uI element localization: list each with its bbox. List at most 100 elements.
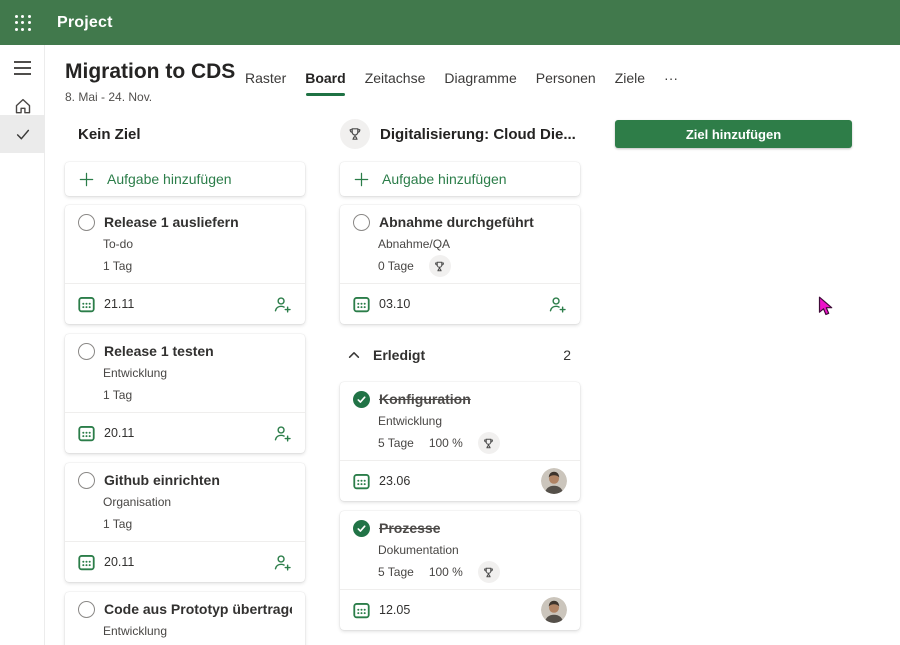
trophy-icon	[347, 126, 363, 142]
nav-tasks-button-selected[interactable]	[0, 115, 45, 153]
task-card[interactable]: Github einrichten Organisation 1 Tag 20.…	[65, 463, 305, 582]
column-title: Digitalisierung: Cloud Die...	[380, 126, 576, 143]
tab-diagramme[interactable]: Diagramme	[444, 69, 516, 87]
duration-label: 1 Tag	[103, 388, 132, 402]
task-title: Github einrichten	[104, 472, 220, 488]
task-title: Abnahme durchgeführt	[379, 214, 534, 230]
add-task-label: Aufgabe hinzufügen	[382, 171, 507, 187]
calendar-icon	[78, 296, 95, 313]
duration-label: 5 Tage	[378, 565, 414, 579]
tab-raster[interactable]: Raster	[245, 69, 286, 87]
project-header: Migration to CDS 8. Mai - 24. Nov.	[65, 59, 235, 104]
trophy-icon	[482, 437, 495, 450]
due-date: 21.11	[78, 296, 134, 313]
check-icon	[356, 523, 367, 534]
task-title: Prozesse	[379, 520, 440, 536]
task-title: Code aus Prototyp übertragen	[104, 601, 292, 617]
due-date: 03.10	[353, 296, 410, 313]
app-launcher-icon[interactable]	[0, 0, 45, 45]
bucket-label: Entwicklung	[378, 414, 567, 428]
due-date: 12.05	[353, 602, 410, 619]
project-board-screen: Project Migration to CDS 8. Mai - 24. No…	[0, 0, 900, 645]
done-section-toggle[interactable]: Erledigt 2	[340, 344, 580, 366]
tab-zeitachse[interactable]: Zeitachse	[365, 69, 426, 87]
bucket-label: Dokumentation	[378, 543, 567, 557]
assign-person-icon[interactable]	[273, 424, 292, 443]
menu-button[interactable]	[0, 49, 45, 87]
assign-person-icon[interactable]	[273, 295, 292, 314]
calendar-icon	[353, 296, 370, 313]
due-date-text: 03.10	[379, 297, 410, 311]
check-icon	[356, 394, 367, 405]
assignee-avatar[interactable]	[541, 468, 567, 494]
plus-icon	[78, 171, 95, 188]
waffle-icon	[15, 15, 31, 31]
due-date: 20.11	[78, 554, 134, 571]
duration-label: 0 Tage	[378, 259, 414, 273]
task-card[interactable]: Code aus Prototyp übertragen Entwicklung	[65, 592, 305, 645]
completed-checkbox[interactable]	[353, 520, 370, 537]
duration-label: 1 Tag	[103, 517, 132, 531]
tab-board[interactable]: Board	[305, 69, 345, 87]
bucket-label: Abnahme/QA	[378, 237, 567, 251]
due-date-text: 12.05	[379, 603, 410, 617]
assignee-avatar[interactable]	[541, 597, 567, 623]
project-title: Migration to CDS	[65, 59, 235, 84]
column-title: Kein Ziel	[78, 126, 141, 143]
due-date: 20.11	[78, 425, 134, 442]
complete-checkbox[interactable]	[78, 472, 95, 489]
trophy-icon	[433, 260, 446, 273]
assign-person-icon[interactable]	[548, 295, 567, 314]
checkmark-icon	[14, 125, 32, 143]
add-task-button[interactable]: Aufgabe hinzufügen	[65, 162, 305, 196]
task-title: Release 1 ausliefern	[104, 214, 239, 230]
duration-label: 5 Tage	[378, 436, 414, 450]
calendar-icon	[78, 554, 95, 571]
goal-badge	[478, 432, 500, 454]
task-card-completed[interactable]: Konfiguration Entwicklung 5 Tage 100 %	[340, 382, 580, 501]
column-digitalisierung: Aufgabe hinzufügen Abnahme durchgeführt …	[340, 162, 580, 640]
assign-person-icon[interactable]	[273, 553, 292, 572]
calendar-icon	[78, 425, 95, 442]
home-icon	[13, 96, 33, 116]
task-card[interactable]: Release 1 testen Entwicklung 1 Tag 20.11	[65, 334, 305, 453]
bucket-label: Entwicklung	[103, 624, 292, 638]
completed-checkbox[interactable]	[353, 391, 370, 408]
complete-checkbox[interactable]	[78, 343, 95, 360]
goal-badge	[429, 255, 451, 277]
due-date-text: 21.11	[104, 297, 134, 311]
column-header-goal: Digitalisierung: Cloud Die...	[340, 119, 580, 149]
tab-personen[interactable]: Personen	[536, 69, 596, 87]
percent-label: 100 %	[429, 565, 463, 579]
add-goal-button[interactable]: Ziel hinzufügen	[615, 120, 852, 148]
column-kein-ziel: Aufgabe hinzufügen Release 1 ausliefern …	[65, 162, 305, 645]
goal-trophy-circle	[340, 119, 370, 149]
task-card-completed[interactable]: Prozesse Dokumentation 5 Tage 100 %	[340, 511, 580, 630]
calendar-icon	[353, 602, 370, 619]
project-date-range: 8. Mai - 24. Nov.	[65, 90, 235, 104]
app-topbar: Project	[0, 0, 900, 45]
tab-more[interactable]: ···	[664, 69, 678, 87]
task-title: Konfiguration	[379, 391, 471, 407]
plus-icon	[353, 171, 370, 188]
due-date-text: 23.06	[379, 474, 410, 488]
bucket-label: Organisation	[103, 495, 292, 509]
calendar-icon	[353, 473, 370, 490]
trophy-icon	[482, 566, 495, 579]
done-section-label: Erledigt	[373, 347, 425, 363]
hamburger-icon	[14, 61, 31, 75]
complete-checkbox[interactable]	[78, 601, 95, 618]
duration-label: 1 Tag	[103, 259, 132, 273]
complete-checkbox[interactable]	[78, 214, 95, 231]
add-task-button[interactable]: Aufgabe hinzufügen	[340, 162, 580, 196]
task-title: Release 1 testen	[104, 343, 214, 359]
add-task-label: Aufgabe hinzufügen	[107, 171, 232, 187]
board-columns: Aufgabe hinzufügen Release 1 ausliefern …	[65, 162, 580, 645]
complete-checkbox[interactable]	[353, 214, 370, 231]
bucket-label: Entwicklung	[103, 366, 292, 380]
board-header-row: Kein Ziel Digitalisierung: Cloud Die... …	[65, 119, 900, 149]
goal-badge	[478, 561, 500, 583]
tab-ziele[interactable]: Ziele	[615, 69, 645, 87]
task-card[interactable]: Abnahme durchgeführt Abnahme/QA 0 Tage	[340, 205, 580, 324]
task-card[interactable]: Release 1 ausliefern To-do 1 Tag 21.11	[65, 205, 305, 324]
